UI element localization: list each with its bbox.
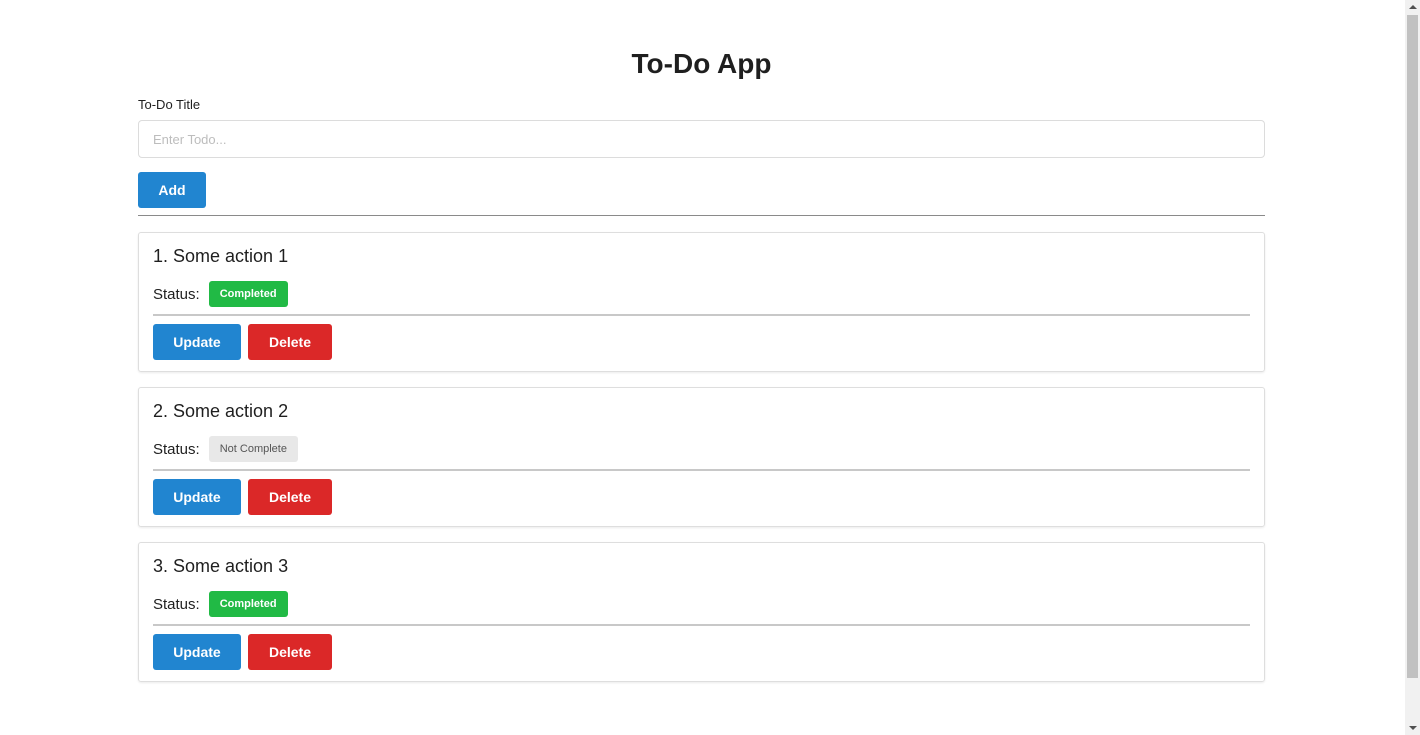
todo-title: 2. Some action 2 — [153, 401, 289, 421]
status-row: Status: Not Complete — [153, 436, 1250, 462]
card-divider — [153, 469, 1250, 471]
scroll-up-arrow-icon[interactable] — [1409, 5, 1417, 9]
card-divider — [153, 314, 1250, 316]
todo-card: 3. Some action 3 Status: Completed Updat… — [138, 542, 1265, 682]
add-button[interactable]: Add — [138, 172, 206, 208]
card-actions: Update Delete — [153, 479, 1250, 515]
card-divider — [153, 624, 1250, 626]
vertical-scrollbar[interactable] — [1405, 0, 1420, 735]
page: To-Do App To-Do Title Add 1. Some action… — [0, 0, 1420, 735]
status-label: Status: — [153, 285, 200, 303]
status-label: Status: — [153, 595, 200, 613]
delete-button[interactable]: Delete — [248, 634, 332, 670]
page-title: To-Do App — [631, 48, 772, 79]
todo-card: 2. Some action 2 Status: Not Complete Up… — [138, 387, 1265, 527]
card-actions: Update Delete — [153, 634, 1250, 670]
todo-card: 1. Some action 1 Status: Completed Updat… — [138, 232, 1265, 372]
divider — [138, 215, 1265, 216]
update-button[interactable]: Update — [153, 479, 241, 515]
status-badge: Completed — [208, 281, 288, 307]
todo-title: 3. Some action 3 — [153, 556, 289, 576]
todo-title: 1. Some action 1 — [153, 246, 289, 266]
status-label: Status: — [153, 440, 200, 458]
status-row: Status: Completed — [153, 591, 1250, 617]
status-badge: Completed — [208, 591, 288, 617]
update-button[interactable]: Update — [153, 324, 241, 360]
status-row: Status: Completed — [153, 281, 1250, 307]
todo-app: To-Do App To-Do Title Add 1. Some action… — [138, 0, 1265, 682]
scrollbar-thumb[interactable] — [1407, 15, 1418, 678]
status-badge: Not Complete — [208, 436, 298, 462]
todo-title-input[interactable] — [138, 120, 1265, 158]
delete-button[interactable]: Delete — [248, 324, 332, 360]
scroll-down-arrow-icon[interactable] — [1409, 726, 1417, 730]
update-button[interactable]: Update — [153, 634, 241, 670]
delete-button[interactable]: Delete — [248, 479, 332, 515]
todo-title-label: To-Do Title — [138, 97, 201, 112]
card-actions: Update Delete — [153, 324, 1250, 360]
